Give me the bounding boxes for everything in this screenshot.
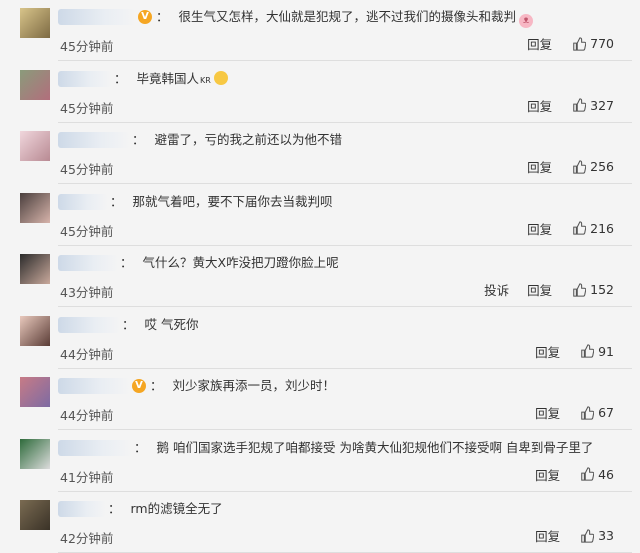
thumbs-up-icon xyxy=(572,221,587,235)
comment-time: 45分钟前 xyxy=(60,39,114,54)
like-count: 256 xyxy=(590,159,614,174)
username-blurred[interactable] xyxy=(58,378,130,394)
comment-item: ：鹅 咱们国家选手犯规了咱都接受 为啥黄大仙犯规他们不接受啊 自卑到骨子里了 41… xyxy=(0,431,640,492)
comment-time: 45分钟前 xyxy=(60,100,114,116)
avatar[interactable] xyxy=(20,500,50,530)
report-button[interactable]: 投诉 xyxy=(484,280,509,299)
comment-list: V：很生气又怎样，大仙就是犯规了，逃不过我们的摄像头和裁判 ᴥ 45分钟前 回复 770… xyxy=(0,0,640,553)
comment-actions: 回复 770 xyxy=(509,34,614,53)
username-blurred[interactable] xyxy=(58,193,108,210)
avatar[interactable] xyxy=(20,131,50,161)
like-count: 67 xyxy=(598,405,614,420)
like-button[interactable]: 91 xyxy=(580,344,614,359)
like-count: 33 xyxy=(598,528,614,543)
comment-item: V ：很生气又怎样，大仙就是犯规了，逃不过我们的摄像头和裁判 ᴥ 45分钟前 回复 770 xyxy=(0,0,640,61)
like-button[interactable]: 256 xyxy=(572,159,614,174)
comment-text: ：气什么？黄大X咋没把刀蹬你脸上呢 xyxy=(120,255,339,270)
comment-text: ：很生气又怎样，大仙就是犯规了，逃不过我们的摄像头和裁判 ᴥ xyxy=(156,9,534,28)
avatar[interactable] xyxy=(20,8,50,38)
like-count: 91 xyxy=(598,343,614,359)
comment-text: ：哎 气死你 xyxy=(122,316,199,332)
like-button[interactable]: 46 xyxy=(580,467,614,482)
thumbs-up-icon xyxy=(572,282,587,297)
like-button[interactable]: 216 xyxy=(572,221,614,236)
reply-button[interactable]: 回复 xyxy=(527,34,552,53)
reply-button[interactable]: 回复 xyxy=(535,342,560,361)
comment-text: ：那就气着吧，要不下届你去当裁判呗 xyxy=(110,193,333,209)
like-count: 46 xyxy=(598,466,614,482)
reply-button[interactable]: 回复 xyxy=(535,465,560,484)
thumbs-up-icon xyxy=(572,36,587,51)
pig-emoji-icon: ᴥ xyxy=(519,14,534,28)
like-button[interactable]: 327 xyxy=(572,98,614,113)
comment-text: ： rm的滤镜全无了 xyxy=(108,501,223,516)
thumbs-up-icon xyxy=(580,467,595,481)
username-blurred[interactable] xyxy=(58,132,130,148)
comment-item: ：哎 气死你 44分钟前 回复 91 xyxy=(0,308,640,369)
comment-actions: 回复 33 xyxy=(517,526,614,545)
verified-badge-icon: V xyxy=(138,10,152,24)
reply-button[interactable]: 回复 xyxy=(535,403,560,422)
like-button[interactable]: 67 xyxy=(580,405,614,420)
reply-button[interactable]: 回复 xyxy=(527,219,552,238)
username-blurred[interactable] xyxy=(58,316,120,333)
comment-actions: 回复 67 xyxy=(517,403,614,422)
comment-text: ：鹅 咱们国家选手犯规了咱都接受 为啥黄大仙犯规他们不接受啊 自卑到骨子里了 xyxy=(134,439,594,455)
comment-item: V ：刘少家族再添一员，刘少时！ 44分钟前 回复 67 xyxy=(0,369,640,430)
username-blurred[interactable] xyxy=(58,70,112,87)
avatar[interactable] xyxy=(20,438,50,469)
like-button[interactable]: 770 xyxy=(572,36,614,51)
reply-button[interactable]: 回复 xyxy=(527,96,552,115)
comment-item: ：避雷了，亏的我之前还以为他不错 45分钟前 回复 256 xyxy=(0,123,640,184)
smile-emoji-icon xyxy=(213,70,228,85)
like-count: 216 xyxy=(590,220,614,236)
avatar[interactable] xyxy=(20,377,50,407)
comment-text: ：刘少家族再添一员，刘少时！ xyxy=(150,378,336,393)
username-blurred[interactable] xyxy=(58,439,132,456)
username-blurred[interactable] xyxy=(58,255,118,271)
thumbs-up-icon xyxy=(580,405,595,420)
comment-actions: 投诉 回复 152 xyxy=(466,280,614,299)
comment-actions: 回复 216 xyxy=(509,219,614,238)
comment-item: ：毕竟韩国人KR 45分钟前 回复 327 xyxy=(0,62,640,123)
avatar[interactable] xyxy=(20,315,50,346)
comment-item: ：气什么？黄大X咋没把刀蹬你脸上呢 43分钟前 投诉 回复 152 xyxy=(0,246,640,307)
comment-time: 45分钟前 xyxy=(60,223,114,239)
comment-actions: 回复 327 xyxy=(509,96,614,115)
avatar[interactable] xyxy=(20,254,50,284)
like-button[interactable]: 152 xyxy=(572,282,614,297)
thumbs-up-icon xyxy=(580,344,595,358)
comment-actions: 回复 46 xyxy=(517,465,614,484)
avatar[interactable] xyxy=(20,69,50,100)
comment-item: ： rm的滤镜全无了 42分钟前 回复 33 xyxy=(0,492,640,553)
comment-item: ：那就气着吧，要不下届你去当裁判呗 45分钟前 回复 216 xyxy=(0,185,640,246)
like-count: 327 xyxy=(590,97,614,113)
like-button[interactable]: 33 xyxy=(580,528,614,543)
comment-time: 44分钟前 xyxy=(60,408,114,423)
comment-actions: 回复 256 xyxy=(509,157,614,176)
reply-button[interactable]: 回复 xyxy=(527,280,552,299)
verified-badge-icon: V xyxy=(132,379,146,393)
reply-button[interactable]: 回复 xyxy=(527,157,552,176)
comment-time: 44分钟前 xyxy=(60,346,114,362)
reply-button[interactable]: 回复 xyxy=(535,526,560,545)
thumbs-up-icon xyxy=(572,98,587,112)
thumbs-up-icon xyxy=(572,159,587,174)
comment-text: ：毕竟韩国人KR xyxy=(114,70,228,89)
kr-label: KR xyxy=(200,75,211,85)
comment-time: 45分钟前 xyxy=(60,162,114,177)
comment-text: ：避雷了，亏的我之前还以为他不错 xyxy=(132,132,343,147)
comment-actions: 回复 91 xyxy=(517,342,614,361)
username-blurred[interactable] xyxy=(58,501,106,517)
avatar[interactable] xyxy=(20,192,50,223)
comment-time: 41分钟前 xyxy=(60,469,114,485)
comment-time: 42分钟前 xyxy=(60,531,114,546)
username-blurred[interactable] xyxy=(58,9,136,25)
like-count: 770 xyxy=(590,36,614,51)
comment-time: 43分钟前 xyxy=(60,285,114,300)
thumbs-up-icon xyxy=(580,528,595,543)
like-count: 152 xyxy=(590,282,614,297)
